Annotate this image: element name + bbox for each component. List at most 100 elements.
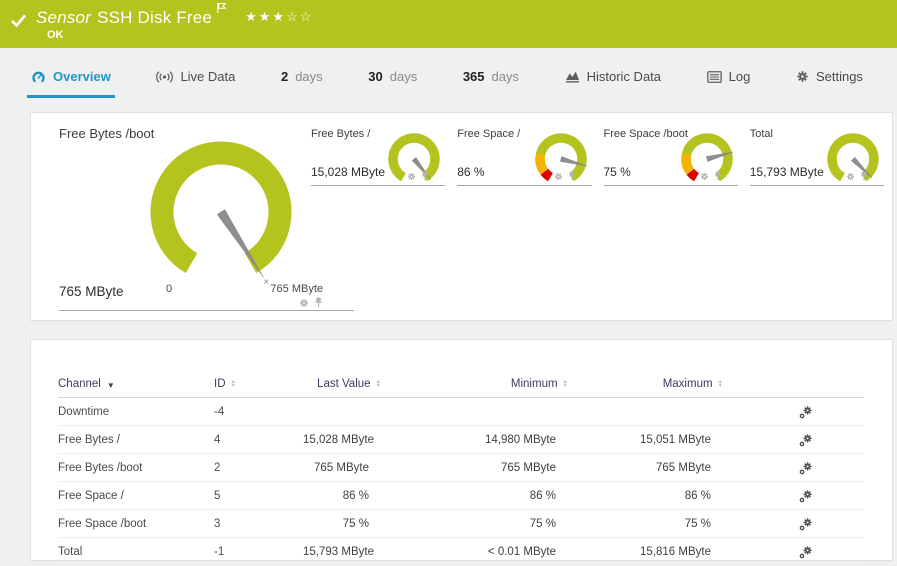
channel-gauge-tiles: Free Bytes /15,028 MByte Free Space /86 %… [311, 127, 884, 186]
divider [59, 310, 354, 311]
sort-toggle-icon[interactable]: ▲ ▼ [718, 379, 723, 389]
tab-label: days [491, 69, 519, 84]
sensor-name: SSH Disk Free [97, 8, 213, 27]
cell-actions [723, 517, 864, 531]
gauge-value: 86 % [457, 165, 485, 179]
gauge-scale-min: 0 [165, 283, 173, 295]
cell-last_value: 15,028 MByte [303, 433, 374, 446]
cell-id: 4 [214, 433, 221, 446]
pin-icon[interactable] [860, 171, 868, 181]
tab-label: days [389, 69, 418, 84]
gauge-value: 15,028 MByte [311, 165, 386, 179]
channel-settings-icon[interactable] [799, 433, 813, 447]
gauge-dial [383, 129, 445, 193]
tab-label: days [295, 69, 323, 84]
gauge-value: 15,793 MByte [749, 165, 824, 179]
channel-settings-icon[interactable] [799, 489, 813, 503]
star-empty-icon[interactable]: ☆ [300, 9, 314, 24]
channels-table: Channel ▼ ID ▲ ▼ Last Value ▲ ▼ Minimum ▲ ▼ Maximum… [58, 371, 864, 566]
gauge-value: 75 % [603, 165, 631, 179]
cell-actions [723, 461, 864, 475]
channel-settings-icon[interactable] [799, 405, 813, 419]
gauge-tile-2: Free Space /86 % [457, 127, 592, 186]
chart-icon [565, 70, 580, 83]
cell-maximum: 86 % [684, 489, 711, 502]
tab-label: Settings [815, 69, 863, 84]
pin-icon[interactable] [314, 297, 323, 308]
channels-table-panel: Channel ▼ ID ▲ ▼ Last Value ▲ ▼ Minimum ▲ ▼ Maximum… [30, 339, 893, 566]
cell-id: 5 [214, 489, 221, 502]
cell-id: -4 [214, 405, 225, 418]
tab-label: Historic Data [586, 69, 662, 84]
gauge-tile-3: Free Space /boot 75 % [603, 127, 738, 186]
table-row-free-bytes[interactable]: Free Bytes / 4 15,028 MByte 14,980 MByte 15,… [58, 426, 864, 454]
gauge-tile-1: Free Bytes /15,028 MByte [311, 127, 446, 186]
cell-actions [723, 405, 864, 419]
gauge-dial [676, 129, 738, 193]
star-empty-icon[interactable]: ☆ [286, 9, 300, 24]
tab-log[interactable]: Log [703, 69, 755, 98]
cell-maximum: 75 % [684, 517, 711, 530]
pin-icon[interactable] [568, 171, 576, 181]
gauge-scale-max: 765 MByte [270, 283, 323, 295]
star-filled-icon[interactable]: ★ [272, 9, 286, 24]
tab-label: Overview [53, 69, 111, 84]
cell-id: -1 [214, 545, 225, 558]
channel-settings-icon[interactable] [799, 545, 813, 559]
gear-icon[interactable] [554, 172, 563, 181]
cell-actions [723, 489, 864, 503]
table-row-downtime[interactable]: Downtime -4 [58, 398, 864, 426]
pin-icon[interactable] [421, 171, 429, 181]
gauge-tile-4: Total 15,793 MByte [749, 127, 884, 186]
gear-icon[interactable] [700, 172, 709, 181]
column-header-id[interactable]: ID ▲ ▼ [214, 378, 303, 390]
live-icon [156, 70, 174, 84]
cell-maximum: 15,816 MByte [640, 545, 711, 558]
flag-icon[interactable] [216, 2, 227, 14]
cell-maximum: 765 MByte [656, 461, 711, 474]
tab-30-days[interactable]: 30 days [364, 69, 421, 98]
cell-actions [723, 433, 864, 447]
tab-live-data[interactable]: Live Data [152, 69, 239, 98]
cell-minimum: 765 MByte [501, 461, 556, 474]
column-header-minimum[interactable]: Minimum ▲ ▼ [381, 378, 568, 390]
cell-channel: Total [58, 545, 83, 558]
pin-icon[interactable] [714, 171, 722, 181]
tab-365-days[interactable]: 365 days [459, 69, 523, 98]
cell-last_value: 75 % [342, 517, 369, 530]
cell-channel: Free Space /boot [58, 517, 147, 530]
star-filled-icon[interactable]: ★ [259, 9, 273, 24]
column-label: Minimum [510, 378, 558, 390]
sort-toggle-icon[interactable]: ▲ ▼ [231, 379, 236, 389]
priority-stars[interactable]: ★★★☆☆ [245, 10, 313, 24]
tab-historic-data[interactable]: Historic Data [561, 69, 665, 98]
table-row-free-space-boot[interactable]: Free Space /boot 3 75 % 75 % 75 % [58, 510, 864, 538]
star-filled-icon[interactable]: ★ [245, 9, 259, 24]
gear-icon[interactable] [407, 172, 416, 181]
column-header-channel[interactable]: Channel ▼ [58, 378, 214, 390]
table-row-free-bytes-boot[interactable]: Free Bytes /boot 2 765 MByte 765 MByte 765 M… [58, 454, 864, 482]
cell-minimum: 75 % [529, 517, 556, 530]
gauge-dial [530, 129, 592, 193]
gear-icon[interactable] [299, 298, 309, 308]
cell-minimum: < 0.01 MByte [487, 545, 556, 558]
column-header-maximum[interactable]: Maximum ▲ ▼ [568, 378, 723, 390]
cell-maximum: 15,051 MByte [640, 433, 711, 446]
channel-settings-icon[interactable] [799, 461, 813, 475]
cell-channel: Free Bytes /boot [58, 461, 143, 474]
tab-settings[interactable]: Settings [792, 69, 867, 98]
primary-gauge-actions [299, 297, 323, 308]
gauge-icon [31, 70, 46, 84]
table-row-free-space[interactable]: Free Space / 5 86 % 86 % 86 % [58, 482, 864, 510]
gauge-actions [407, 171, 429, 181]
tab-overview[interactable]: Overview [27, 69, 115, 98]
column-label: Last Value [317, 378, 371, 390]
gauge-actions [700, 171, 722, 181]
gear-icon[interactable] [846, 172, 855, 181]
gauge-actions [846, 171, 868, 181]
tab-2-days[interactable]: 2 days [277, 69, 327, 98]
table-header-row: Channel ▼ ID ▲ ▼ Last Value ▲ ▼ Minimum ▲ ▼ Maximum… [58, 371, 864, 398]
channel-settings-icon[interactable] [799, 517, 813, 531]
gauge-dial [822, 129, 884, 193]
column-header-last_value[interactable]: Last Value ▲ ▼ [303, 378, 381, 390]
